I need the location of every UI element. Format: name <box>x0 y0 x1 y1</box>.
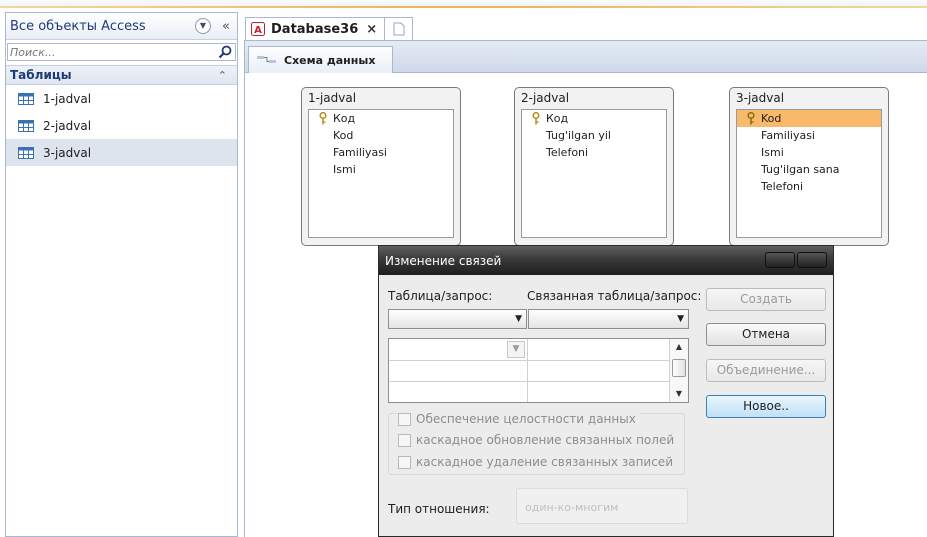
scroll-thumb[interactable] <box>672 359 686 377</box>
nav-item-3-jadval[interactable]: 3-jadval <box>6 139 237 166</box>
table-icon <box>18 146 34 159</box>
field-item[interactable]: Familiyasi <box>737 127 881 144</box>
tab-schema[interactable]: Схема данных <box>248 46 393 73</box>
field-item[interactable]: Kod <box>309 127 453 144</box>
checkbox-label: каскадное удаление связанных записей <box>416 455 673 469</box>
table-box-1-jadval[interactable]: 1-jadval Код Kod Familiyasi Ismi <box>301 87 461 246</box>
object-tab-bar: Схема данных <box>245 41 927 73</box>
blank-page-icon <box>393 22 404 36</box>
create-new-button[interactable]: Новое.. <box>706 395 826 418</box>
key-icon <box>532 112 540 125</box>
table-query-label: Таблица/запрос: <box>388 289 493 303</box>
field-item[interactable]: Familiyasi <box>309 144 453 161</box>
table-query-select[interactable]: ▼ <box>388 309 527 329</box>
access-database-icon: A <box>251 22 265 36</box>
checkbox-label: Обеспечение целостности данных <box>416 412 636 426</box>
table-icon <box>18 92 34 105</box>
navigation-pane: Все объекты Access ▼ « Таблицы ⌃ 1-jadva… <box>5 12 238 537</box>
grid-dropdown-icon[interactable]: ▼ <box>507 341 525 358</box>
nav-header[interactable]: Все объекты Access ▼ « <box>6 13 237 40</box>
cascade-delete-checkbox[interactable]: каскадное удаление связанных записей <box>398 454 677 470</box>
field-list[interactable]: Kod Familiyasi Ismi Tug'ilgan sana Telef… <box>736 109 882 238</box>
dialog-title-bar[interactable]: Изменение связей <box>379 246 833 275</box>
field-item[interactable]: Tug'ilgan sana <box>737 161 881 178</box>
relationships-icon <box>257 56 276 63</box>
enforce-integrity-checkbox[interactable]: Обеспечение целостности данных <box>398 411 640 427</box>
field-item[interactable]: Tug'ilgan yil <box>522 127 666 144</box>
group-header-tables[interactable]: Таблицы ⌃ <box>6 65 237 85</box>
field-item[interactable]: Код <box>309 110 453 127</box>
top-strip <box>0 0 927 8</box>
checkbox-label: каскадное обновление связанных полей <box>416 433 675 447</box>
search-box[interactable] <box>7 43 236 61</box>
nav-dropdown-icon[interactable]: ▼ <box>195 18 211 34</box>
table-box-title[interactable]: 2-jadval <box>515 88 673 108</box>
checkbox-box[interactable] <box>398 433 411 447</box>
field-list[interactable]: Код Tug'ilgan yil Telefoni <box>521 109 667 238</box>
nav-item-label: 1-jadval <box>43 91 92 106</box>
help-button[interactable] <box>765 252 795 268</box>
table-box-2-jadval[interactable]: 2-jadval Код Tug'ilgan yil Telefoni <box>514 87 674 246</box>
chevron-down-icon[interactable]: ▼ <box>677 314 684 324</box>
field-item[interactable]: Telefoni <box>522 144 666 161</box>
nav-item-1-jadval[interactable]: 1-jadval <box>6 85 237 112</box>
related-table-select[interactable]: ▼ <box>528 309 689 329</box>
close-icon[interactable]: × <box>366 22 377 37</box>
close-button[interactable] <box>797 252 827 268</box>
scroll-up-icon[interactable]: ▲ <box>670 339 688 355</box>
cascade-update-checkbox[interactable]: каскадное обновление связанных полей <box>398 432 679 448</box>
tab-label: Схема данных <box>284 53 376 67</box>
field-item[interactable]: Ismi <box>737 144 881 161</box>
related-table-label: Связанная таблица/запрос: <box>527 289 702 303</box>
chevron-down-icon[interactable]: ▼ <box>515 314 522 324</box>
table-box-3-jadval[interactable]: 3-jadval Kod Familiyasi Ismi Tug'ilgan s… <box>729 87 889 246</box>
tab-database36[interactable]: A Database36 × <box>245 17 385 40</box>
group-title: Таблицы <box>10 68 72 82</box>
new-document-tab[interactable] <box>385 17 413 40</box>
grid-scrollbar[interactable]: ▲ ▼ <box>669 339 688 402</box>
search-input[interactable] <box>8 44 208 60</box>
field-item[interactable]: Telefoni <box>737 178 881 195</box>
tab-label: Database36 <box>271 21 359 37</box>
field-list[interactable]: Код Kod Familiyasi Ismi <box>308 109 454 238</box>
dialog-title: Изменение связей <box>385 253 502 268</box>
collapse-pane-icon[interactable]: « <box>218 19 234 34</box>
join-type-button[interactable]: Объединение... <box>706 359 826 382</box>
document-tab-bar: A Database36 × <box>245 17 927 40</box>
svg-text:A: A <box>254 25 262 36</box>
field-mapping-grid[interactable]: ▼ ▲ ▼ <box>388 338 689 403</box>
nav-item-2-jadval[interactable]: 2-jadval <box>6 112 237 139</box>
nav-item-label: 2-jadval <box>43 118 92 133</box>
field-item[interactable]: Ismi <box>309 161 453 178</box>
table-box-title[interactable]: 3-jadval <box>730 88 888 108</box>
scroll-down-icon[interactable]: ▼ <box>670 386 688 402</box>
chevron-up-icon[interactable]: ⌃ <box>218 69 227 82</box>
cancel-button[interactable]: Отмена <box>706 323 826 346</box>
table-box-title[interactable]: 1-jadval <box>302 88 460 108</box>
table-icon <box>18 119 34 132</box>
nav-item-label: 3-jadval <box>43 145 92 160</box>
field-item[interactable]: Код <box>522 110 666 127</box>
field-item-selected[interactable]: Kod <box>737 110 881 127</box>
relationship-type-value: один-ко-многим <box>516 488 688 524</box>
key-icon <box>319 112 327 125</box>
checkbox-box[interactable] <box>398 455 411 469</box>
search-icon[interactable] <box>218 45 232 59</box>
checkbox-box[interactable] <box>398 412 411 426</box>
relationship-type-label: Тип отношения: <box>388 502 490 516</box>
edit-relationships-dialog: Изменение связей Таблица/запрос: Связанн… <box>378 245 834 537</box>
nav-title[interactable]: Все объекты Access <box>10 19 195 34</box>
create-button[interactable]: Создать <box>706 288 826 311</box>
key-icon <box>747 112 755 125</box>
